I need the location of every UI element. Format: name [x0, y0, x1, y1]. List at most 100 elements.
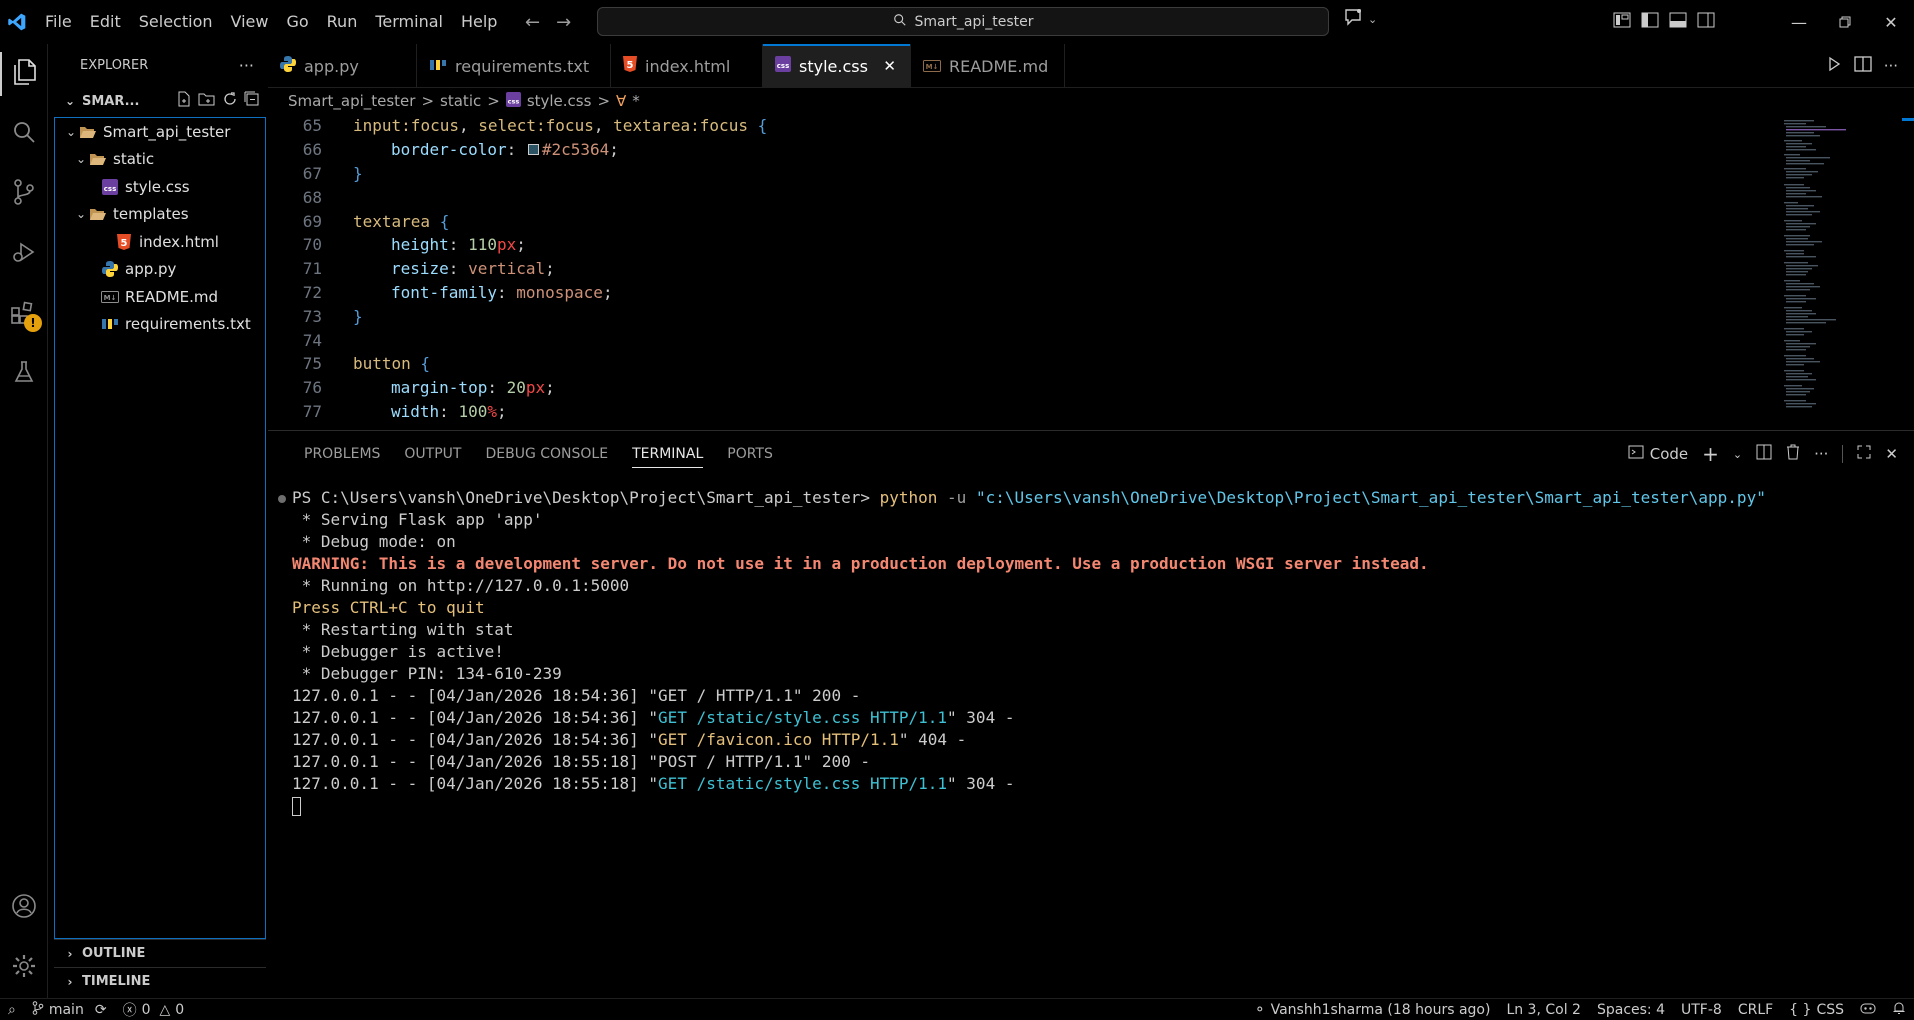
copilot-status[interactable] [1852, 999, 1884, 1020]
more-actions-icon[interactable]: ··· [1814, 445, 1828, 463]
timeline-section[interactable]: › TIMELINE [54, 967, 266, 995]
remote-indicator[interactable]: ⌕ [0, 999, 24, 1020]
tab-debug-console[interactable]: DEBUG CONSOLE [473, 431, 620, 477]
end-of-line[interactable]: CRLF [1730, 999, 1781, 1020]
breadcrumb-folder[interactable]: static [440, 92, 481, 110]
more-actions-icon[interactable]: ··· [1884, 57, 1898, 75]
git-branch[interactable]: main ⟳ [24, 999, 115, 1020]
forward-arrow-icon[interactable]: → [556, 12, 571, 33]
menu-file[interactable]: File [36, 0, 81, 44]
tab-style-css[interactable]: css style.css ✕ [763, 44, 911, 88]
trash-icon[interactable] [1786, 444, 1800, 464]
tree-item-static-folder[interactable]: ⌄ static [55, 146, 265, 174]
terminal-warning-line: WARNING: This is a development server. D… [292, 554, 1429, 573]
workspace-name: SMAR... [82, 93, 140, 109]
split-terminal-icon[interactable] [1756, 444, 1772, 464]
tab-terminal[interactable]: TERMINAL [620, 431, 715, 477]
breadcrumb-file[interactable]: style.css [527, 92, 592, 110]
search-icon [12, 120, 36, 148]
tab-output[interactable]: OUTPUT [392, 431, 473, 477]
html-file-icon: 5 [623, 56, 637, 76]
tab-requirements[interactable]: requirements.txt [417, 44, 611, 88]
activity-bottom [0, 878, 48, 998]
menu-help[interactable]: Help [452, 0, 506, 44]
terminal-output[interactable]: PS C:\Users\vansh\OneDrive\Desktop\Proje… [268, 487, 1898, 987]
tab-index-html[interactable]: 5 index.html [611, 44, 763, 88]
svg-text:M↓: M↓ [926, 63, 939, 71]
menu-edit[interactable]: Edit [81, 0, 130, 44]
code-line: 76 margin-top: 20 px; [302, 378, 555, 398]
restore-icon[interactable] [1822, 0, 1868, 44]
menu-terminal[interactable]: Terminal [366, 0, 452, 44]
chevron-down-icon[interactable]: ⌄ [1733, 448, 1742, 461]
terminal-line: * Serving Flask app 'app' [292, 510, 543, 529]
problems-summary[interactable]: ⓧ 0 △ 0 [115, 999, 193, 1020]
tab-readme[interactable]: M↓ README.md [911, 44, 1065, 88]
tree-item-templates-folder[interactable]: ⌄ templates [55, 201, 265, 229]
minimize-icon[interactable]: — [1776, 0, 1822, 44]
tree-item-readme[interactable]: M↓ README.md [55, 283, 265, 311]
tab-problems[interactable]: PROBLEMS [292, 431, 392, 477]
tree-item-requirements[interactable]: requirements.txt [55, 311, 265, 339]
workspace-header[interactable]: ⌄ SMAR... [54, 86, 266, 116]
activity-extensions[interactable]: ! [0, 284, 48, 344]
activity-accounts[interactable] [0, 878, 48, 938]
encoding[interactable]: UTF-8 [1673, 999, 1730, 1020]
open-folder-icon [89, 206, 107, 222]
breadcrumb-root[interactable]: Smart_api_tester [288, 92, 415, 110]
activity-bar: ! [0, 44, 48, 998]
toggle-panel-icon[interactable] [1669, 12, 1687, 32]
run-file-icon[interactable] [1826, 56, 1842, 76]
activity-explorer[interactable] [0, 44, 48, 104]
new-terminal-icon[interactable]: + [1702, 442, 1719, 466]
minimap[interactable] [1780, 114, 1900, 430]
close-panel-icon[interactable]: ✕ [1885, 445, 1898, 463]
new-folder-icon[interactable] [198, 91, 216, 111]
close-tab-icon[interactable]: ✕ [883, 57, 896, 75]
git-blame[interactable]: ⚬ Vanshh1sharma (18 hours ago) [1246, 999, 1499, 1020]
language-mode[interactable]: { } CSS [1781, 999, 1852, 1020]
customize-layout-icon[interactable] [1613, 12, 1631, 32]
more-actions-icon[interactable]: ··· [239, 56, 254, 75]
command-center-search[interactable]: Smart_api_tester [597, 7, 1329, 36]
activity-search[interactable] [0, 104, 48, 164]
notifications[interactable] [1884, 999, 1914, 1020]
new-file-icon[interactable] [176, 91, 192, 111]
refresh-icon[interactable] [222, 91, 238, 111]
outline-section[interactable]: › OUTLINE [54, 939, 266, 967]
activity-testing[interactable] [0, 344, 48, 404]
activity-source-control[interactable] [0, 164, 48, 224]
menu-run[interactable]: Run [318, 0, 367, 44]
code-editor[interactable]: 65 input:focus, select:focus, textarea:f… [268, 114, 1768, 430]
toggle-primary-sidebar-icon[interactable] [1641, 12, 1659, 32]
tree-item-style-css[interactable]: css style.css [55, 173, 265, 201]
menu-selection[interactable]: Selection [130, 0, 222, 44]
cursor-position[interactable]: Ln 3, Col 2 [1498, 999, 1589, 1020]
editor-scrollbar[interactable] [1902, 118, 1914, 121]
close-window-icon[interactable]: ✕ [1868, 0, 1914, 44]
tree-item-index-html[interactable]: 5 index.html [55, 228, 265, 256]
back-arrow-icon[interactable]: ← [525, 12, 540, 33]
color-swatch[interactable] [527, 144, 539, 156]
tree-item-root-folder[interactable]: ⌄ Smart_api_tester [55, 118, 265, 146]
code-line: 72 font-family: monospace; [302, 282, 613, 302]
tab-app-py[interactable]: app.py [268, 44, 417, 88]
maximize-panel-icon[interactable] [1857, 445, 1871, 463]
copilot-menu[interactable]: ⌄ [1344, 8, 1377, 30]
tree-item-app-py[interactable]: app.py [55, 256, 265, 284]
menu-view[interactable]: View [222, 0, 278, 44]
terminal-shell-selector[interactable]: Code [1628, 444, 1688, 464]
menu-go[interactable]: Go [277, 0, 317, 44]
activity-run-debug[interactable] [0, 224, 48, 284]
indentation[interactable]: Spaces: 4 [1589, 999, 1673, 1020]
css-file-icon: css [775, 56, 791, 76]
breadcrumb-symbol[interactable]: * [632, 92, 640, 110]
code-line: 77 width: 100%; [302, 401, 507, 421]
toggle-secondary-sidebar-icon[interactable] [1697, 12, 1715, 32]
divider [1842, 445, 1844, 463]
split-editor-icon[interactable] [1854, 56, 1872, 76]
collapse-all-icon[interactable] [244, 91, 260, 111]
source-control-icon [12, 179, 36, 209]
activity-manage[interactable] [0, 938, 48, 998]
tab-ports[interactable]: PORTS [715, 431, 785, 477]
